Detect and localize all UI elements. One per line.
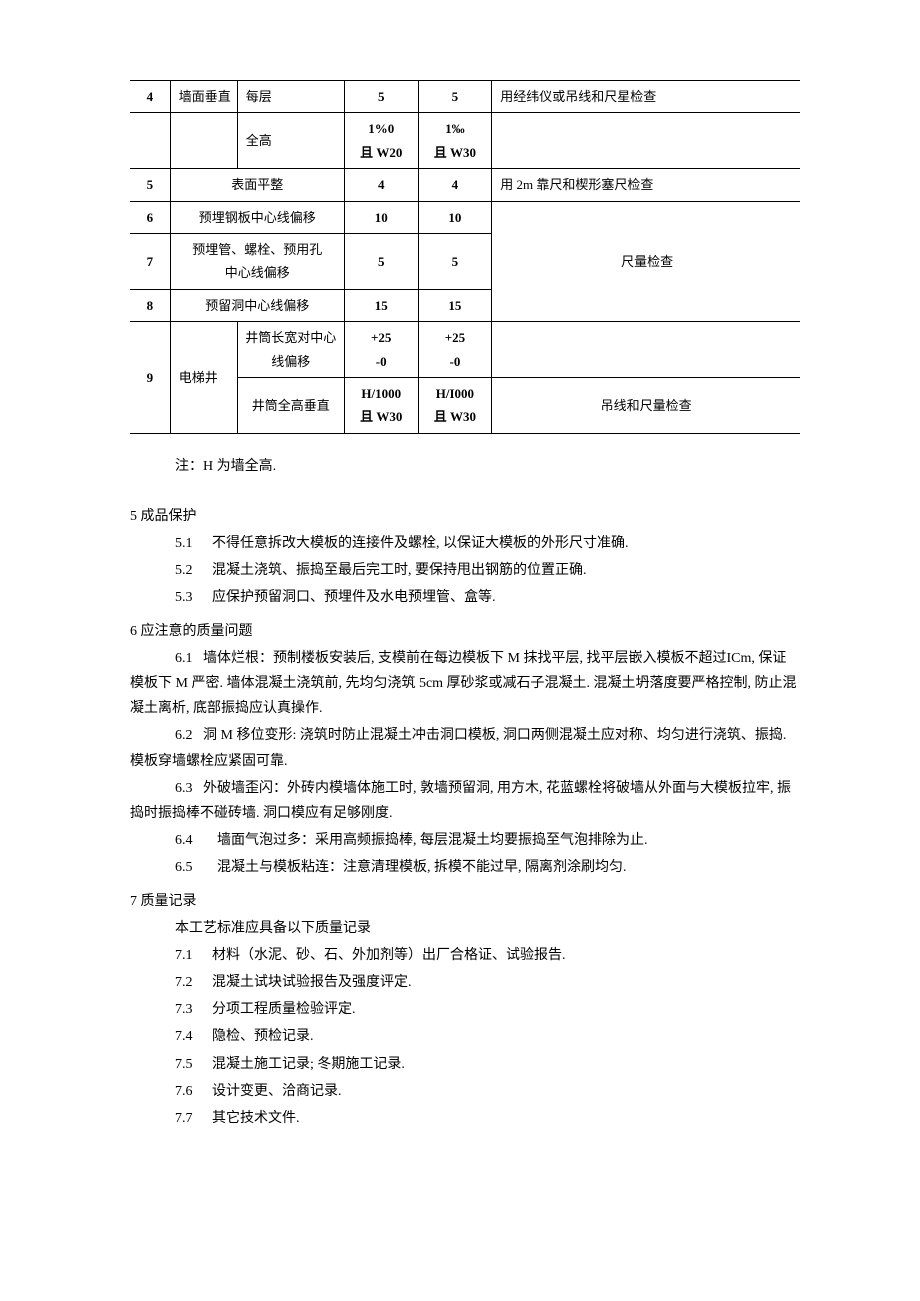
cell-item2: 井筒全高垂直 [237, 377, 344, 433]
paragraph: 6.2 洞 M 移位变形: 浇筑时防止混凝土冲击洞口模板, 洞口两侧混凝土应对称… [130, 723, 800, 773]
cell-val1: 15 [344, 289, 418, 321]
table-row: 6 预埋钢板中心线偏移 10 10 尺量检查 [130, 201, 800, 233]
cell-empty [492, 322, 800, 378]
cell-item1: 墙面垂直 [170, 81, 237, 113]
section-5-heading: 5 成品保护 [130, 504, 800, 529]
cell-item2: 全高 [237, 113, 344, 169]
cell-val1: 1%0且 W20 [344, 113, 418, 169]
paragraph: 6.1 墙体烂根：预制楼板安装后, 支模前在每边模板下 M 抹找平层, 找平层嵌… [130, 646, 800, 722]
cell-empty [170, 113, 237, 169]
cell-val2: 5 [418, 81, 492, 113]
table-row: 全高 1%0且 W20 1‰且 W30 [130, 113, 800, 169]
cell-empty [130, 113, 170, 169]
cell-method: 尺量检查 [492, 201, 800, 322]
cell-val1: +25-0 [344, 322, 418, 378]
cell-item: 预留洞中心线偏移 [170, 289, 344, 321]
cell-item: 预埋钢板中心线偏移 [170, 201, 344, 233]
cell-val2: H/I000且 W30 [418, 377, 492, 433]
section-7-intro: 本工艺标准应具备以下质量记录 [175, 916, 800, 941]
tolerance-table: 4 墙面垂直 每层 5 5 用经纬仪或吊线和尺星检查 全高 1%0且 W20 1… [130, 80, 800, 434]
cell-idx: 6 [130, 201, 170, 233]
list-item: 7.7 其它技术文件. [175, 1106, 800, 1131]
cell-val2: 15 [418, 289, 492, 321]
table-row: 5 表面平整 4 4 用 2m 靠尺和楔形塞尺检查 [130, 169, 800, 201]
cell-val2: 10 [418, 201, 492, 233]
list-item: 7.1 材料（水泥、砂、石、外加剂等）出厂合格证、试验报告. [175, 943, 800, 968]
cell-idx: 8 [130, 289, 170, 321]
cell-val2: 5 [418, 233, 492, 289]
cell-val1: 10 [344, 201, 418, 233]
cell-idx: 7 [130, 233, 170, 289]
cell-method: 吊线和尺量检查 [492, 377, 800, 433]
list-item: 5.2 混凝土浇筑、振捣至最后完工时, 要保持甩出钢筋的位置正确. [175, 558, 800, 583]
list-item: 7.3 分项工程质量检验评定. [175, 997, 800, 1022]
table-note: 注：H 为墙全高. [175, 454, 800, 479]
cell-item2: 每层 [237, 81, 344, 113]
section-7-heading: 7 质量记录 [130, 889, 800, 914]
cell-item1: 电梯井 [170, 322, 237, 434]
paragraph: 6.3 外破墙歪闪：外砖内模墙体施工时, 敦墙预留洞, 用方木, 花蓝螺栓将破墙… [130, 776, 800, 826]
cell-val1: 4 [344, 169, 418, 201]
cell-item2: 井筒长宽对中心线偏移 [237, 322, 344, 378]
list-item: 5.3 应保护预留洞口、预埋件及水电预埋管、盒等. [175, 585, 800, 610]
list-item: 7.6 设计变更、洽商记录. [175, 1079, 800, 1104]
list-item: 5.1 不得任意拆改大模板的连接件及螺栓, 以保证大模板的外形尺寸准确. [175, 531, 800, 556]
cell-item: 表面平整 [170, 169, 344, 201]
paragraph: 6.5 混凝土与模板粘连：注意清理模板, 拆模不能过早, 隔离剂涂刷均匀. [175, 855, 800, 880]
cell-method: 用经纬仪或吊线和尺星检查 [492, 81, 800, 113]
paragraph: 6.4 墙面气泡过多：采用高频振捣棒, 每层混凝土均要振捣至气泡排除为止. [175, 828, 800, 853]
section-6-heading: 6 应注意的质量问题 [130, 619, 800, 644]
cell-val2: 4 [418, 169, 492, 201]
list-item: 7.5 混凝土施工记录; 冬期施工记录. [175, 1052, 800, 1077]
cell-val1: H/1000且 W30 [344, 377, 418, 433]
cell-empty [492, 113, 800, 169]
table-row: 4 墙面垂直 每层 5 5 用经纬仪或吊线和尺星检查 [130, 81, 800, 113]
cell-item: 预埋管、螺栓、预用孔中心线偏移 [170, 233, 344, 289]
cell-idx: 4 [130, 81, 170, 113]
cell-val2: 1‰且 W30 [418, 113, 492, 169]
cell-val2: +25-0 [418, 322, 492, 378]
list-item: 7.2 混凝土试块试验报告及强度评定. [175, 970, 800, 995]
cell-method: 用 2m 靠尺和楔形塞尺检查 [492, 169, 800, 201]
cell-idx: 9 [130, 322, 170, 434]
cell-idx: 5 [130, 169, 170, 201]
list-item: 7.4 隐检、预检记录. [175, 1024, 800, 1049]
cell-val1: 5 [344, 81, 418, 113]
cell-val1: 5 [344, 233, 418, 289]
table-row: 9 电梯井 井筒长宽对中心线偏移 +25-0 +25-0 [130, 322, 800, 378]
